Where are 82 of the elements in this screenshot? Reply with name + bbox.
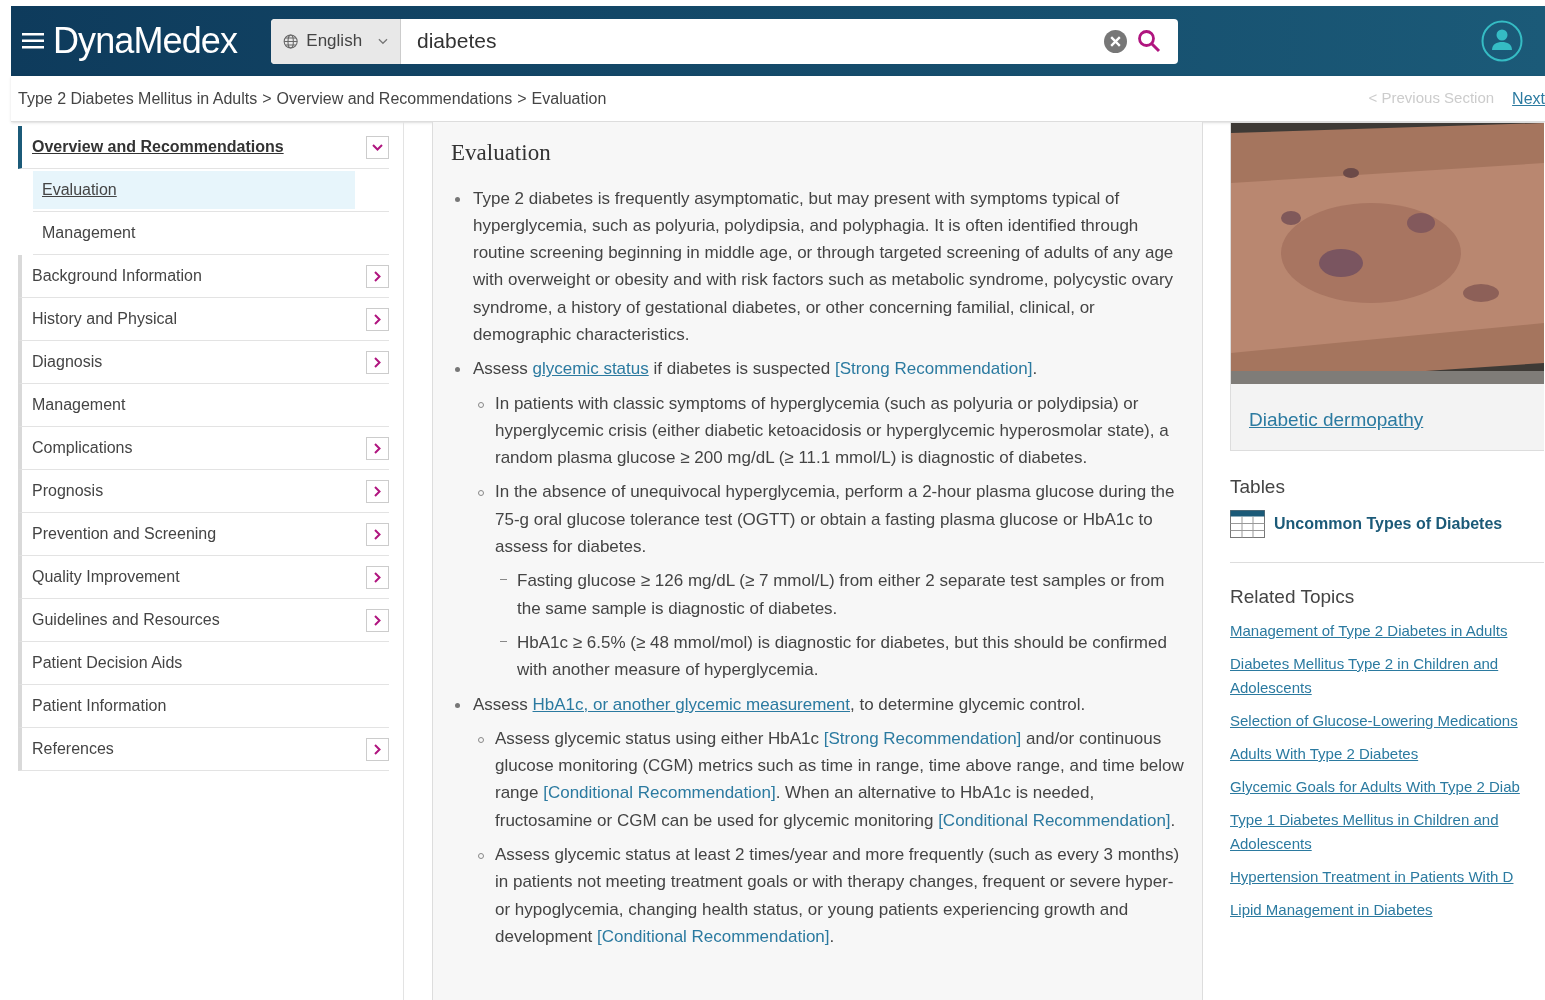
expand-button[interactable] (366, 737, 389, 761)
section-heading: Evaluation (451, 139, 552, 167)
menu-icon[interactable] (22, 32, 44, 50)
sidebar-item[interactable]: Patient Information (18, 685, 389, 728)
recommendation-link[interactable]: [Strong Recommendation] (834, 359, 1033, 379)
related-topic-link[interactable]: Adults With Type 2 Diabetes (1230, 742, 1540, 766)
sidebar-item[interactable]: Prognosis (18, 470, 389, 513)
tables-heading: Tables (1230, 475, 1286, 499)
recommendation-link[interactable]: [Strong Recommendation] (823, 728, 1022, 748)
logo[interactable]: DynaMedex (53, 23, 253, 59)
recommendation-link[interactable]: [Conditional Recommendation] (938, 810, 1171, 830)
breadcrumb-link[interactable]: Type 2 Diabetes Mellitus in Adults (18, 86, 258, 111)
expand-button[interactable] (366, 307, 389, 331)
sidebar-item[interactable]: Background Information (18, 255, 389, 298)
related-topic-link[interactable]: Type 1 Diabetes Mellitus in Children and Adolescents (1230, 808, 1540, 856)
related-topic-link[interactable]: Glycemic Goals for Adults With Type 2 Diab (1230, 775, 1540, 799)
bullet-text: In patients with classic symptoms of hyperglycemia (such as polyuria or polydipsia) or hyperglycemic crisis (either diabetic ketoacidosis or hyperglycemic hyperosmolar state), a random plasma glucose ≥ 200 mg/dL (≥ 11.1 mmol/L) is diagnostic of diabetes. (495, 392, 1170, 470)
search-icon[interactable] (1137, 29, 1161, 53)
bullet-text: Fasting glucose ≥ 126 mg/dL (≥ 7 mmol/L) from either 2 separate test samples or from the same sample is diagnostic of diabetes. (517, 570, 1166, 620)
expand-button[interactable] (366, 522, 389, 546)
text-link[interactable]: HbA1c, or another glycemic measurement (532, 694, 850, 714)
next-section-link[interactable]: Next (1512, 86, 1545, 111)
expand-button[interactable] (366, 565, 389, 589)
related-topic-link[interactable]: Lipid Management in Diabetes (1230, 898, 1540, 922)
chevron-right-icon (374, 270, 381, 282)
text-link[interactable]: glycemic status (532, 359, 649, 379)
sidebar-item[interactable]: History and Physical (18, 298, 389, 341)
breadcrumb-link[interactable]: Overview and Recommendations (276, 86, 513, 111)
related-topics-heading: Related Topics (1230, 584, 1356, 609)
user-icon[interactable] (1481, 20, 1523, 62)
bullet-text: Assess HbA1c, or another glycemic measurement, to determine glycemic control. (473, 693, 1087, 716)
chevron-right-icon (374, 356, 381, 368)
sidebar-item[interactable]: Prevention and Screening (18, 513, 389, 556)
bullet-dash (500, 640, 507, 642)
chevron-right-icon (374, 485, 381, 497)
bullet-dash (500, 579, 507, 581)
collapse-button[interactable] (366, 135, 389, 159)
chevron-down-icon (372, 143, 383, 151)
bullet-text: In the absence of unequivocal hyperglycemia, perform a 2-hour plasma glucose during the 75-g oral glucose tolerance test (OGTT) or obtain a fasting plasma glucose or HbA1c to assess for diabetes. (495, 481, 1176, 559)
chevron-down-icon (378, 37, 388, 45)
sidebar-item[interactable]: Management (18, 384, 389, 427)
expand-button[interactable] (366, 479, 389, 503)
related-topic-link[interactable]: Diabetes Mellitus Type 2 in Children and Adolescents (1230, 652, 1540, 700)
bullet-text: HbA1c ≥ 6.5% (≥ 48 mmol/mol) is diagnostic for diabetes, but this should be confirmed with another measure of hyperglycemia. (517, 631, 1168, 682)
breadcrumb-separator: > (262, 88, 272, 109)
chevron-right-icon (374, 743, 381, 755)
sidebar-subitem[interactable]: Evaluation (33, 171, 355, 209)
sidebar-item[interactable]: Patient Decision Aids (18, 642, 389, 685)
bullet-text: Assess glycemic status if diabetes is suspected [Strong Recommendation]. (473, 358, 1039, 381)
bullet-text: Type 2 diabetes is frequently asymptomatic, but may present with symptoms typical of hyperglycemia, such as polyuria, polydipsia, and polyphagia. It is often identified through routine screening beginning in middle age, or through targeted screening of adults of any age with overweight or obesity and with risk factors such as metabolic syndrome, polycystic ovary syndrome, a history of gestational diabetes, or other concerning familial, clinical, or demographic characteristics. (473, 187, 1175, 346)
expand-button[interactable] (366, 264, 389, 288)
expand-button[interactable] (366, 436, 389, 460)
sidebar-item[interactable]: Diagnosis (18, 341, 389, 384)
clear-icon[interactable] (1104, 29, 1127, 53)
related-topic-link[interactable]: Management of Type 2 Diabetes in Adults (1230, 619, 1540, 643)
expand-button[interactable] (366, 608, 389, 632)
chevron-right-icon (374, 614, 381, 626)
related-topic-link[interactable]: Hypertension Treatment in Patients With D (1230, 865, 1540, 889)
sidebar-item[interactable]: Guidelines and Resources (18, 599, 389, 642)
bullet-text: Assess glycemic status at least 2 times/year and more frequently (such as every 3 months) in patients not meeting treatment goals or with therapy changes, frequent or severe hyper- or hypoglycemia, changing health status, or young patients experiencing growth and development [Conditional Recommendation]. (495, 844, 1181, 948)
sidebar-item[interactable]: Quality Improvement (18, 556, 389, 599)
search-field[interactable]: diabetes (401, 18, 1104, 64)
recommendation-link[interactable]: [Conditional Recommendation] (543, 783, 776, 803)
chevron-right-icon (374, 571, 381, 583)
breadcrumb-link[interactable]: Evaluation (531, 86, 607, 111)
image-caption-link[interactable]: Diabetic dermopathy (1249, 406, 1544, 435)
sidebar-item[interactable]: Complications (18, 427, 389, 470)
recommendation-link[interactable]: [Conditional Recommendation] (597, 926, 830, 946)
sidebar-subitem[interactable]: Management (33, 214, 355, 252)
breadcrumb-separator: > (517, 88, 527, 109)
expand-button[interactable] (366, 350, 389, 374)
language-dropdown[interactable]: English (271, 18, 401, 64)
table-link[interactable]: Uncommon Types of Diabetes (1274, 511, 1503, 536)
chevron-right-icon (374, 313, 381, 325)
related-topic-link[interactable]: Selection of Glucose-Lowering Medications (1230, 709, 1540, 733)
chevron-right-icon (374, 442, 381, 454)
globe-icon (283, 32, 299, 50)
search-bar[interactable]: English diabetes (271, 18, 1178, 64)
table-icon (1230, 509, 1265, 538)
sidebar-item[interactable]: References (18, 728, 389, 771)
chevron-right-icon (374, 528, 381, 540)
bullet-text: Assess glycemic status using either HbA1c [Strong Recommendation] and/or continuous glucose monitoring (CGM) metrics such as time in range, time above range, and time below range [Conditional Recommendation]. When an alternative to HbA1c is needed, fructosamine or CGM can be used for glycemic monitoring [Conditional Recommendation]. (495, 727, 1184, 832)
